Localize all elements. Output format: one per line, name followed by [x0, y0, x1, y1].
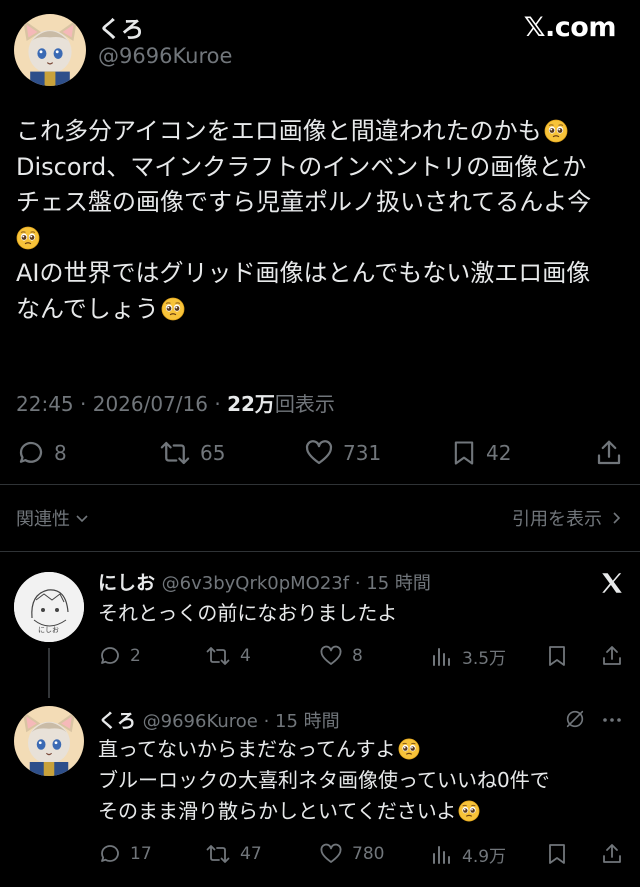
- like-count: 731: [343, 441, 382, 465]
- quotes-label: 引用を表示: [512, 509, 602, 530]
- reply-avatar[interactable]: [14, 706, 84, 776]
- x-com-watermark: 𝕏.com: [523, 12, 617, 43]
- reply-text: それとっくの前になおりましたよ: [98, 601, 398, 625]
- tweet-line: AIの世界ではグリッド画像はとんでもない激エロ画像: [16, 259, 591, 287]
- reply-count: 2: [130, 646, 141, 666]
- bar-chart-icon: [433, 845, 450, 864]
- like-button[interactable]: 8: [318, 644, 363, 668]
- grok-icon[interactable]: [564, 708, 586, 730]
- divider: [0, 551, 640, 552]
- share-icon: [597, 440, 621, 465]
- author-display-name[interactable]: くろ: [98, 10, 144, 44]
- retweet-icon: [206, 845, 230, 863]
- tweet-text: これ多分アイコンをエロ画像と間違われたのかも Discord、マインクラフトのイ…: [16, 114, 636, 327]
- retweet-count: 4: [240, 646, 251, 666]
- author-avatar[interactable]: [14, 14, 86, 86]
- retweet-icon: [206, 647, 230, 665]
- retweet-button[interactable]: 47: [204, 842, 262, 866]
- chevron-right-icon: [613, 512, 621, 524]
- speech-bubble-icon: [19, 441, 43, 463]
- view-quotes-link[interactable]: 引用を表示: [512, 505, 624, 531]
- share-button[interactable]: [600, 842, 624, 866]
- divider: [0, 484, 640, 485]
- speech-bubble-icon: [101, 647, 119, 664]
- heart-icon: [305, 440, 333, 465]
- svg-text:にしお: にしお: [38, 626, 59, 634]
- bookmark-button[interactable]: [545, 644, 569, 668]
- sort-relevance-dropdown[interactable]: 関連性: [16, 505, 90, 531]
- share-icon: [603, 646, 621, 665]
- reply-header: くろ @9696Kuroe · 15 時間: [98, 710, 340, 732]
- heart-icon: [320, 645, 342, 665]
- views-count: 4.9万: [462, 847, 507, 867]
- reply-line: そのまま滑り散らかしといてくださいよ: [98, 799, 457, 823]
- share-icon: [603, 844, 621, 863]
- retweet-icon: [160, 441, 190, 465]
- pleading-face-emoji: [458, 800, 480, 822]
- views-button[interactable]: 3.5万: [430, 644, 506, 669]
- views-label: 回表示: [274, 392, 335, 416]
- pleading-face-emoji: [544, 119, 568, 143]
- reply-handle[interactable]: @9696Kuroe: [143, 711, 258, 732]
- share-button[interactable]: [594, 438, 624, 468]
- bookmark-button[interactable]: 42: [450, 438, 511, 468]
- reply-button[interactable]: 8: [16, 438, 67, 468]
- bookmark-count: 42: [486, 441, 512, 465]
- x-logo-icon: [602, 573, 622, 593]
- reply-count: 8: [54, 441, 67, 465]
- cat-avatar-image: [14, 706, 84, 776]
- share-button[interactable]: [600, 644, 624, 668]
- tweet-line: これ多分アイコンをエロ画像と間違われたのかも: [16, 117, 542, 145]
- reply-text: 直ってないからまだなってんすよ ブルーロックの大喜利ネタ画像使っていいね0件で …: [98, 734, 550, 827]
- bar-chart-icon: [433, 647, 450, 666]
- like-button[interactable]: 780: [318, 842, 384, 866]
- tweet-meta: 22:45 · 2026/07/16 · 22万回表示: [16, 392, 335, 416]
- retweet-button[interactable]: 65: [158, 438, 225, 468]
- tweet-line: チェス盤の画像ですら児童ポルノ扱いされてるんよ今: [16, 188, 592, 216]
- retweet-count: 47: [240, 844, 262, 864]
- tweet-line: Discord、マインクラフトのインベントリの画像とか: [16, 152, 587, 181]
- reply-handle[interactable]: @6v3byQrk0pMO23f: [162, 573, 349, 594]
- like-button[interactable]: 731: [303, 438, 381, 468]
- views-button[interactable]: 4.9万: [430, 842, 506, 867]
- speech-bubble-icon: [101, 845, 119, 862]
- bookmark-icon: [549, 646, 565, 666]
- pleading-face-emoji: [16, 226, 40, 250]
- reply-display-name[interactable]: くろ: [98, 710, 136, 732]
- reply-line: 直ってないからまだなってんすよ: [98, 737, 396, 761]
- reply-button[interactable]: 17: [98, 842, 152, 866]
- pleading-face-emoji: [398, 738, 420, 760]
- views-count: 22万: [227, 392, 275, 416]
- chevron-down-icon: [76, 515, 88, 523]
- reply-display-name[interactable]: にしお: [98, 572, 155, 594]
- pleading-face-emoji: [161, 297, 185, 321]
- retweet-count: 65: [200, 441, 226, 465]
- sort-label: 関連性: [16, 509, 70, 530]
- bookmark-icon: [549, 844, 565, 864]
- reply-avatar[interactable]: にしお: [14, 572, 84, 642]
- like-count: 8: [352, 646, 363, 666]
- bookmark-button[interactable]: [545, 842, 569, 866]
- reply-button[interactable]: 2: [98, 644, 141, 668]
- views-count: 3.5万: [462, 649, 507, 669]
- like-count: 780: [352, 844, 385, 864]
- more-dots-icon[interactable]: [600, 708, 624, 732]
- reply-count: 17: [130, 844, 152, 864]
- tweet-date[interactable]: 2026/07/16: [93, 392, 208, 416]
- retweet-button[interactable]: 4: [204, 644, 251, 668]
- reply-header: にしお @6v3byQrk0pMO23f · 15 時間: [98, 572, 431, 594]
- heart-icon: [320, 843, 342, 863]
- reply-time[interactable]: 15 時間: [366, 573, 431, 594]
- author-handle[interactable]: @9696Kuroe: [98, 44, 232, 68]
- reply-time[interactable]: 15 時間: [275, 711, 340, 732]
- tweet-time[interactable]: 22:45: [16, 392, 74, 416]
- reply-line: ブルーロックの大喜利ネタ画像使っていいね0件で: [98, 768, 550, 792]
- sketch-avatar-image: にしお: [14, 572, 84, 642]
- cat-avatar-image: [14, 14, 86, 86]
- bookmark-icon: [454, 441, 474, 465]
- tweet-line: なんでしょう: [16, 294, 159, 323]
- thread-connector: [48, 648, 50, 698]
